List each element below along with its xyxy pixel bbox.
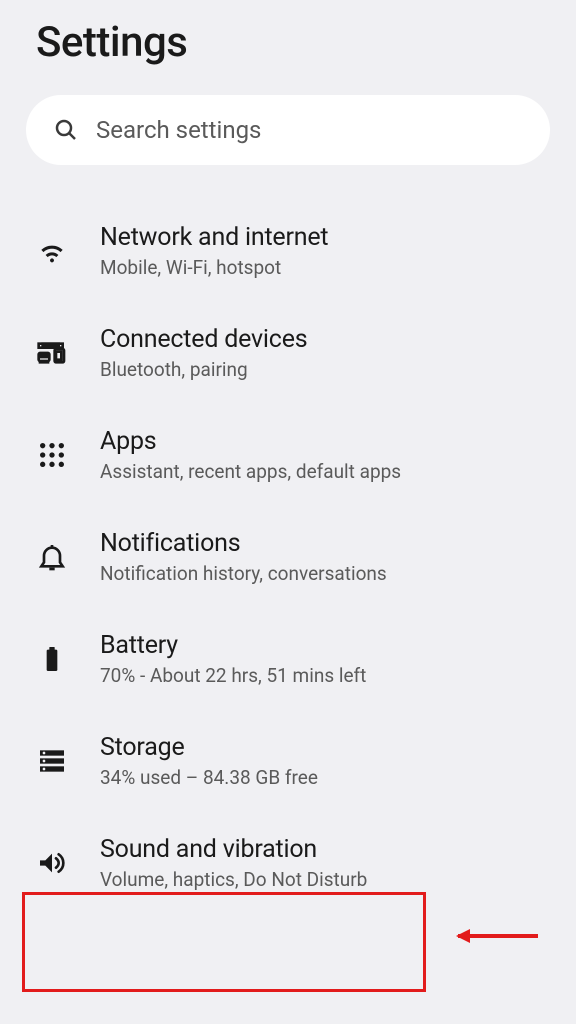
search-placeholder: Search settings [96,116,261,144]
settings-list: Network and internet Mobile, Wi-Fi, hots… [0,205,576,909]
bell-icon [36,541,68,573]
item-subtitle: Volume, haptics, Do Not Disturb [100,868,550,891]
search-settings-input[interactable]: Search settings [26,95,550,165]
page-title: Settings [0,0,576,95]
settings-item-network[interactable]: Network and internet Mobile, Wi-Fi, hots… [0,205,576,297]
item-title: Storage [100,733,550,762]
search-icon [54,118,78,142]
volume-icon [36,847,68,879]
apps-icon [36,439,68,471]
item-subtitle: Notification history, conversations [100,562,550,585]
item-title: Sound and vibration [100,835,550,864]
settings-item-notifications[interactable]: Notifications Notification history, conv… [0,511,576,603]
settings-item-storage[interactable]: Storage 34% used – 84.38 GB free [0,715,576,807]
settings-item-apps[interactable]: Apps Assistant, recent apps, default app… [0,409,576,501]
settings-item-sound[interactable]: Sound and vibration Volume, haptics, Do … [0,817,576,909]
item-subtitle: 34% used – 84.38 GB free [100,766,550,789]
item-subtitle: Mobile, Wi-Fi, hotspot [100,256,550,279]
arrow-annotation [458,934,538,938]
settings-item-connected-devices[interactable]: Connected devices Bluetooth, pairing [0,307,576,399]
devices-icon [36,337,68,369]
item-title: Connected devices [100,325,550,354]
item-subtitle: Assistant, recent apps, default apps [100,460,550,483]
item-title: Notifications [100,529,550,558]
settings-item-battery[interactable]: Battery 70% - About 22 hrs, 51 mins left [0,613,576,705]
storage-icon [36,745,68,777]
item-title: Apps [100,427,550,456]
item-title: Network and internet [100,223,550,252]
item-subtitle: Bluetooth, pairing [100,358,550,381]
wifi-icon [36,235,68,267]
item-subtitle: 70% - About 22 hrs, 51 mins left [100,664,550,687]
item-title: Battery [100,631,550,660]
battery-icon [36,643,68,675]
